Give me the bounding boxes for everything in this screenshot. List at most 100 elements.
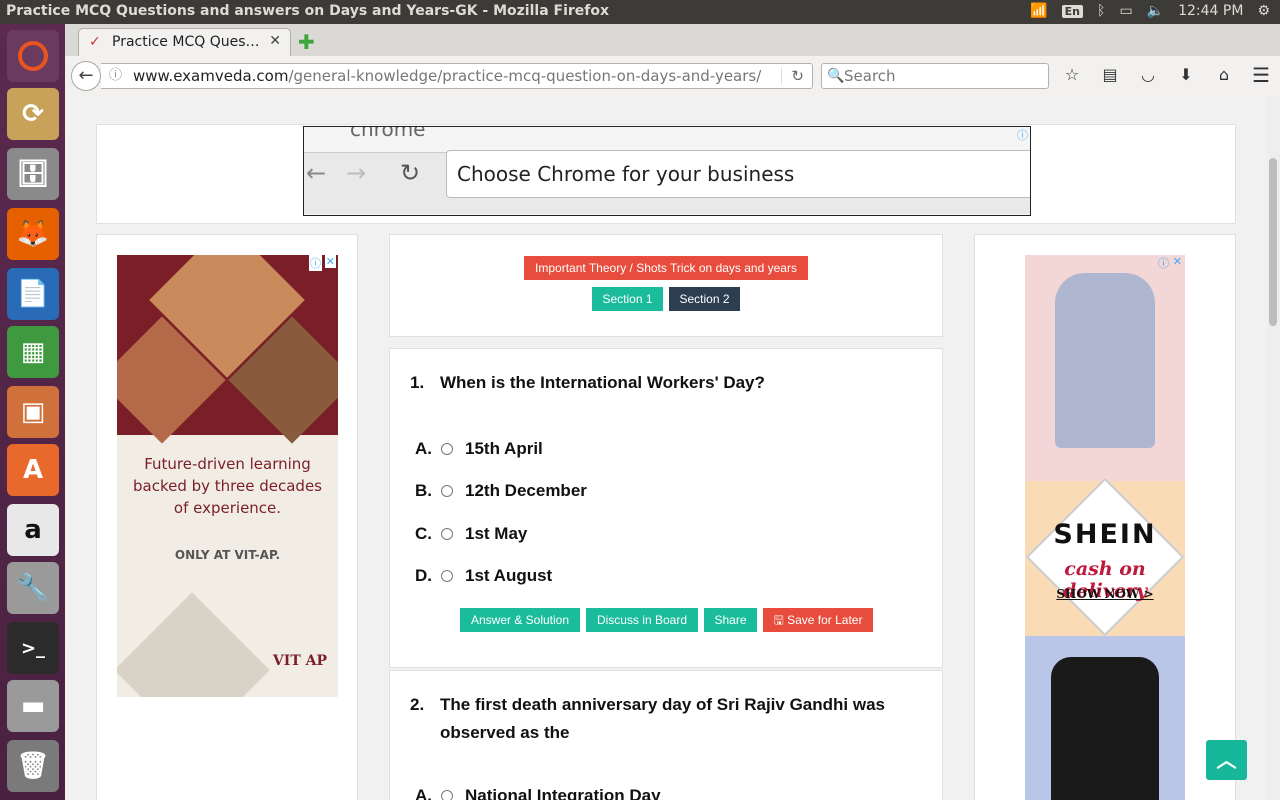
reading-list-icon[interactable]: ▤ <box>1099 65 1121 84</box>
reload-icon[interactable]: ↻ <box>791 64 804 88</box>
battery-icon[interactable]: ▭ <box>1119 3 1132 19</box>
close-tab-icon[interactable]: ✕ <box>269 33 281 49</box>
option-radio[interactable] <box>441 570 453 582</box>
terminal-icon[interactable]: >_ <box>7 622 59 674</box>
option-text: National Integration Day <box>465 786 661 800</box>
option-radio[interactable] <box>441 528 453 540</box>
ad-subtag: ONLY AT VIT-AP. <box>174 548 281 562</box>
home-icon[interactable]: ⌂ <box>1213 65 1235 84</box>
files-icon[interactable]: 🗄 <box>7 148 59 200</box>
url-text[interactable]: www.examveda.com/general-knowledge/pract… <box>133 64 761 88</box>
option-b[interactable]: B. 12th December <box>415 480 587 502</box>
wifi-icon[interactable]: 📶 <box>1030 3 1047 19</box>
option-c[interactable]: C. 1st May <box>415 523 527 545</box>
option-text: 15th April <box>465 439 543 458</box>
tab-title: Practice MCQ Ques… <box>112 34 260 50</box>
bookmark-star-icon[interactable]: ☆ <box>1061 65 1083 84</box>
writer-icon[interactable]: 📄 <box>7 268 59 320</box>
share-button[interactable]: Share <box>704 608 757 632</box>
ad-close-icon[interactable]: ✕ <box>324 255 336 268</box>
shein-ad[interactable]: SHEIN cash on delivery SHOW NOW > ⓘ ✕ <box>1025 255 1185 800</box>
ad-cta-link[interactable]: SHOW NOW > <box>1025 587 1185 601</box>
forward-arrow-icon: → <box>346 159 367 187</box>
floppy-disk-icon: 🖫 <box>773 613 788 627</box>
option-text: 1st May <box>465 524 528 543</box>
shein-logo: SHEIN <box>1053 519 1157 550</box>
software-center-icon[interactable]: A <box>7 444 59 496</box>
examveda-favicon-icon: ✓ <box>89 34 101 50</box>
ad-info-icon[interactable]: ⓘ <box>309 255 322 271</box>
ad-tagline: Future-driven learning backed by three d… <box>132 455 322 517</box>
software-updater-icon[interactable]: ⟳ <box>7 88 59 140</box>
important-theory-button[interactable]: Important Theory / Shots Trick on days a… <box>524 256 808 280</box>
page-scrollbar[interactable] <box>1267 96 1280 800</box>
option-letter: D. <box>415 566 432 585</box>
save-for-later-button[interactable]: 🖫 Save for Later <box>763 608 873 632</box>
chrome-ad-banner[interactable]: chrome ← → ↻ Choose Chrome for your busi… <box>303 126 1031 216</box>
firefox-icon[interactable]: 🦊 <box>7 208 59 260</box>
top-ad-card: chrome ← → ↻ Choose Chrome for your busi… <box>96 124 1236 224</box>
option-radio[interactable] <box>441 443 453 455</box>
ad-info-icon[interactable]: ⓘ <box>1017 127 1028 143</box>
option-a[interactable]: A. National Integration Day <box>415 785 661 800</box>
answer-solution-button[interactable]: Answer & Solution <box>460 608 580 632</box>
chrome-brand-text: chrome <box>350 126 426 141</box>
option-text: 12th December <box>465 481 587 500</box>
back-arrow-icon: ← <box>306 159 327 187</box>
option-text: 1st August <box>465 566 553 585</box>
option-a[interactable]: A. 15th April <box>415 438 543 460</box>
system-tray: 📶 En ᛒ ▭ 🔈 12:44 PM ⚙ <box>1030 3 1270 19</box>
question-text: The first death anniversary day of Sri R… <box>440 695 885 742</box>
search-icon: 🔍 <box>827 68 845 84</box>
amazon-icon[interactable]: a <box>7 504 59 556</box>
right-sidebar-card: SHEIN cash on delivery SHOW NOW > ⓘ ✕ <box>974 234 1236 800</box>
divider <box>781 67 782 85</box>
option-d[interactable]: D. 1st August <box>415 565 552 587</box>
option-radio[interactable] <box>441 485 453 497</box>
ad-black-shirt-image <box>1051 657 1159 800</box>
option-letter: B. <box>415 481 432 500</box>
downloads-icon[interactable]: ⬇ <box>1175 65 1197 84</box>
address-bar[interactable]: ⓘ www.examveda.com/general-knowledge/pra… <box>101 63 813 89</box>
vit-ap-ad[interactable]: Future-driven learning backed by three d… <box>117 255 338 697</box>
discuss-board-button[interactable]: Discuss in Board <box>586 608 698 632</box>
ad-info-icon[interactable]: ⓘ <box>1158 255 1169 271</box>
site-info-icon[interactable]: ⓘ <box>109 64 122 88</box>
ad-blouse-image <box>1055 273 1155 448</box>
hamburger-menu-icon[interactable]: ☰ <box>1252 63 1270 87</box>
section-1-button[interactable]: Section 1 <box>592 287 663 311</box>
browser-toolbar: ✓ Practice MCQ Ques… ✕ ✚ ← ⓘ www.examved… <box>65 24 1280 96</box>
bluetooth-icon[interactable]: ᛒ <box>1097 3 1105 19</box>
browser-tab[interactable]: ✓ Practice MCQ Ques… ✕ <box>78 28 291 56</box>
option-letter: C. <box>415 524 432 543</box>
page-content: chrome ← → ↻ Choose Chrome for your busi… <box>65 96 1267 800</box>
calc-icon[interactable]: ▦ <box>7 326 59 378</box>
system-settings-icon[interactable]: 🔧 <box>7 562 59 614</box>
question-number: 2. <box>410 695 425 714</box>
ubuntu-dash-icon[interactable] <box>7 30 59 82</box>
option-letter: A. <box>415 786 432 800</box>
section-nav-card: Important Theory / Shots Trick on days a… <box>389 234 943 337</box>
option-radio[interactable] <box>441 790 453 800</box>
window-title: Practice MCQ Questions and answers on Da… <box>6 3 610 19</box>
back-arrow-icon[interactable]: ← <box>71 61 101 91</box>
scroll-to-top-icon[interactable]: ︿ <box>1206 740 1247 780</box>
search-input[interactable]: 🔍 Search <box>821 63 1049 89</box>
ad-close-icon[interactable]: ✕ <box>1173 255 1182 268</box>
clock[interactable]: 12:44 PM <box>1178 3 1243 19</box>
section-2-button[interactable]: Section 2 <box>669 287 740 311</box>
drive-icon[interactable]: ▬ <box>7 680 59 732</box>
vit-ap-logo: VIT AP <box>272 653 327 669</box>
settings-gear-icon[interactable]: ⚙ <box>1257 3 1270 19</box>
impress-icon[interactable]: ▣ <box>7 386 59 438</box>
volume-icon[interactable]: 🔈 <box>1147 3 1164 19</box>
ad-headline: Choose Chrome for your business <box>446 150 1030 198</box>
scrollbar-thumb[interactable] <box>1269 158 1277 326</box>
app-launcher: ⟳ 🗄 🦊 📄 ▦ ▣ A a 🔧 >_ ▬ 🗑 <box>0 24 65 800</box>
pocket-icon[interactable]: ◡ <box>1137 65 1159 84</box>
keyboard-layout-indicator[interactable]: En <box>1061 4 1084 18</box>
new-tab-plus-icon[interactable]: ✚ <box>298 30 315 54</box>
trash-icon[interactable]: 🗑 <box>7 740 59 792</box>
left-sidebar-card: Future-driven learning backed by three d… <box>96 234 358 800</box>
reload-icon: ↻ <box>400 159 421 187</box>
